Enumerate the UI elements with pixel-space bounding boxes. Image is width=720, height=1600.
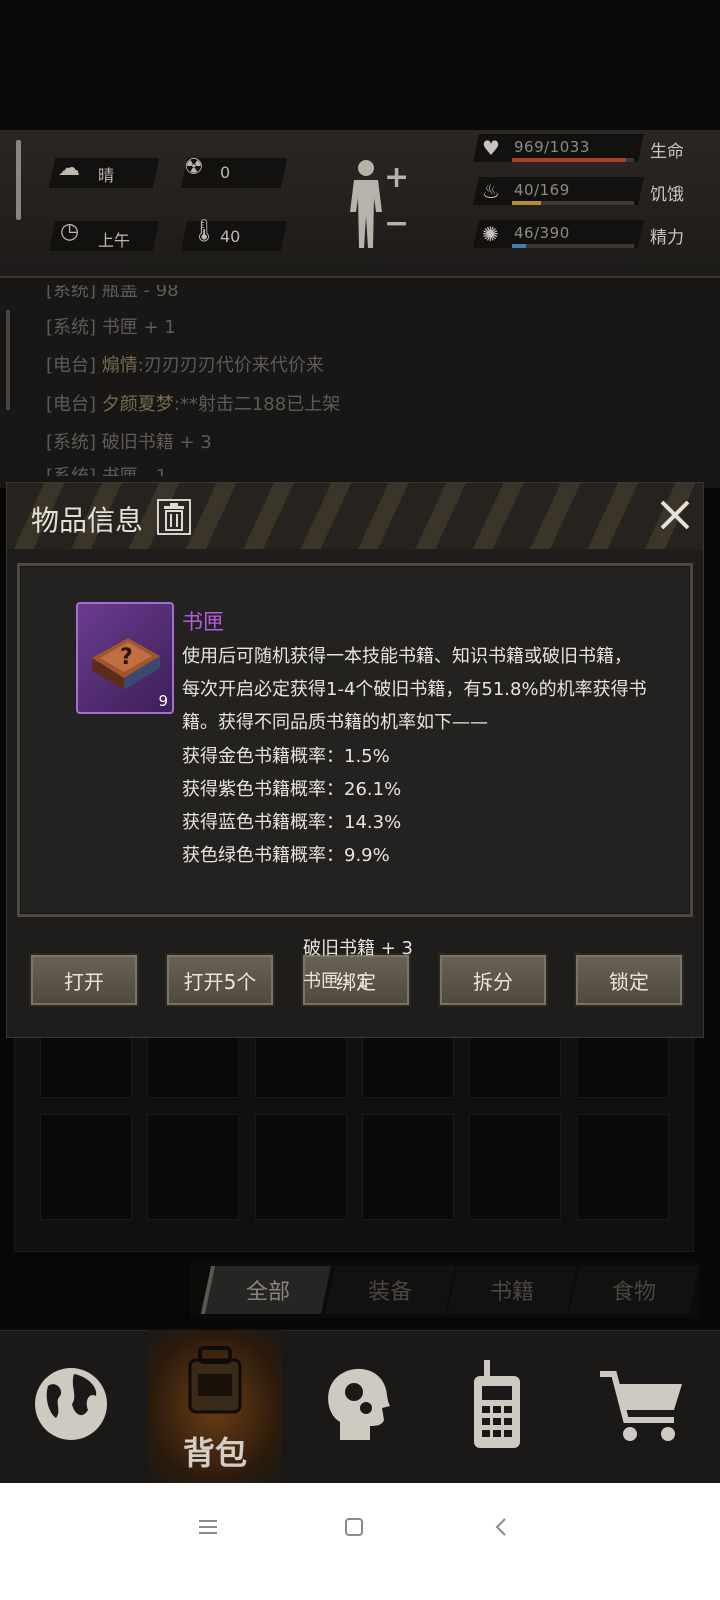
- rate-purple: 获得紫色书籍概率：26.1%: [182, 779, 402, 800]
- rate-green: 获色绿色书籍概率：9.9%: [182, 845, 390, 866]
- scroll-indicator: [16, 140, 21, 220]
- nav-backpack[interactable]: 背包: [148, 1330, 282, 1483]
- modal-title: 物品信息: [31, 504, 144, 537]
- radiation-value: 0: [220, 163, 231, 182]
- cart-icon: [600, 1371, 682, 1441]
- item-count: 9: [158, 692, 168, 710]
- menu-icon[interactable]: [196, 1515, 220, 1539]
- reward-toast: 破旧书籍 + 3: [303, 938, 413, 959]
- vital-hunger: ♨ 40/169 饥饿: [473, 177, 686, 207]
- open-button[interactable]: 打开: [29, 953, 139, 1007]
- temperature-value: 40: [220, 227, 241, 246]
- nav-backpack-label: 背包: [182, 1434, 247, 1472]
- system-nav-bar: [0, 1483, 720, 1600]
- vital-energy: ✺ 46/390 精力: [473, 220, 686, 250]
- item-description-line: 使用后可随机获得一本技能书籍、知识书籍或破旧书籍，: [182, 646, 632, 667]
- nav-shop[interactable]: [576, 1330, 710, 1483]
- weather-text: 晴: [98, 166, 115, 185]
- trash-icon[interactable]: [157, 499, 191, 535]
- heart-icon: ♥: [482, 136, 500, 160]
- nav-radio[interactable]: [430, 1330, 564, 1483]
- add-stat-icon[interactable]: +: [384, 160, 409, 195]
- book-box-icon[interactable]: ? 9: [76, 602, 174, 714]
- clock-icon: ◷: [60, 219, 80, 244]
- rate-gold: 获得金色书籍概率：1.5%: [182, 746, 390, 767]
- item-description-line: 籍。获得不同品质书籍的机率如下——: [182, 712, 488, 733]
- item-detail-card: ? 9 书匣 使用后可随机获得一本技能书籍、知识书籍或破旧书籍， 每次开启必定获…: [17, 563, 693, 917]
- brain-icon: ✺: [482, 222, 499, 246]
- close-icon[interactable]: [655, 495, 695, 535]
- backpack-icon: [188, 1346, 242, 1414]
- nav-world[interactable]: [4, 1330, 138, 1483]
- time-of-day: 上午: [98, 231, 131, 250]
- split-button[interactable]: 拆分: [438, 953, 548, 1007]
- open-five-button[interactable]: 打开5个: [165, 953, 275, 1007]
- lock-button[interactable]: 锁定: [574, 953, 684, 1007]
- item-name: 书匣: [182, 610, 224, 634]
- radio-icon: [474, 1360, 520, 1448]
- home-icon[interactable]: [342, 1515, 366, 1539]
- weather-icon: ☁: [58, 156, 80, 181]
- rate-blue: 获得蓝色书籍概率：14.3%: [182, 812, 402, 833]
- top-empty-area: [0, 0, 720, 135]
- svg-text:?: ?: [120, 645, 133, 670]
- radiation-icon: ☢: [184, 155, 204, 180]
- vital-health: ♥ 969/1033 生命: [473, 134, 686, 164]
- thermometer-icon: 🌡: [190, 219, 218, 244]
- nav-skills[interactable]: [290, 1330, 424, 1483]
- remove-stat-icon[interactable]: −: [384, 206, 409, 241]
- head-gears-icon: [328, 1368, 390, 1440]
- reward-toast: 书匣 - 1: [303, 971, 369, 992]
- stomach-icon: ♨: [482, 179, 500, 203]
- globe-icon: [35, 1368, 107, 1440]
- item-description-line: 每次开启必定获得1-4个破旧书籍，有51.8%的机率获得书: [182, 679, 647, 700]
- body-figure-icon[interactable]: [346, 158, 386, 250]
- back-icon[interactable]: [490, 1515, 514, 1539]
